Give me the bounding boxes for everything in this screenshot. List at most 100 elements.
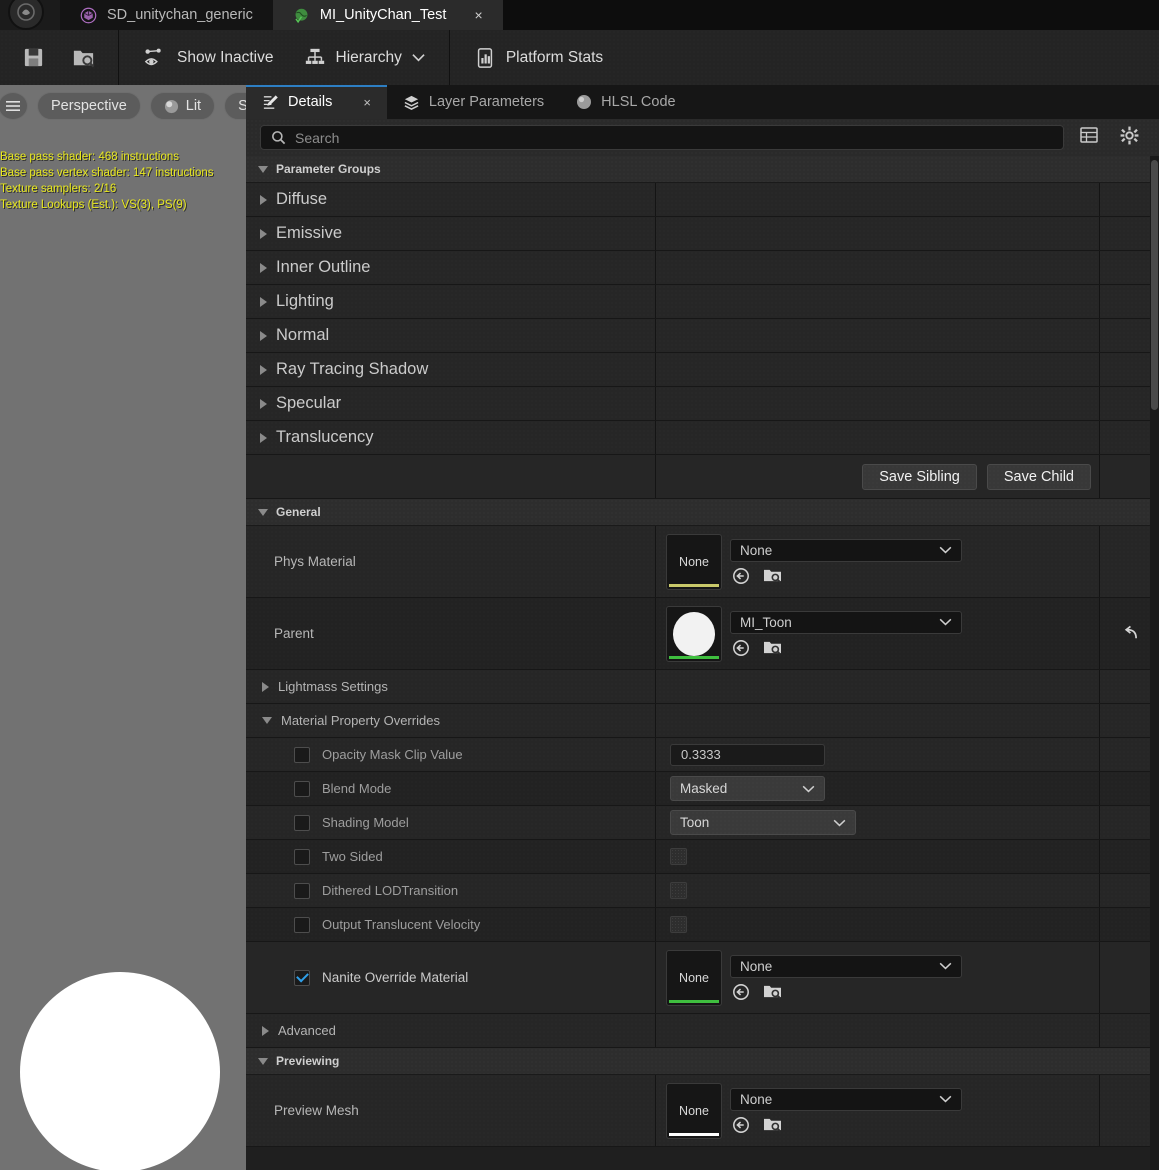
preview-viewport[interactable]: Perspective Lit S Base pass shader: 468 …: [0, 85, 246, 1170]
chevron-right-icon[interactable]: [262, 1025, 269, 1036]
param-group-row-translucency[interactable]: Translucency: [246, 421, 1159, 455]
layers-icon: [403, 94, 420, 111]
phys-material-combo[interactable]: None: [730, 538, 962, 562]
output-translucent-velocity-checkbox[interactable]: [670, 916, 687, 933]
browse-content-icon[interactable]: [763, 567, 782, 584]
parent-label-cell: Parent: [246, 598, 656, 669]
settings-gear-icon[interactable]: [1114, 124, 1145, 152]
save-child-button[interactable]: Save Child: [986, 463, 1091, 490]
chevron-right-icon[interactable]: [260, 194, 267, 205]
opacity-mask-input[interactable]: 0.3333: [670, 743, 825, 766]
chevron-right-icon[interactable]: [260, 330, 267, 341]
material-sphere-preview: [673, 611, 715, 656]
nanite-combo[interactable]: None: [730, 954, 962, 978]
dithered-lod-checkbox[interactable]: [670, 882, 687, 899]
blend-mode-override-checkbox[interactable]: [294, 780, 310, 797]
parent-combo[interactable]: MI_Toon: [730, 610, 962, 634]
browse-content-icon[interactable]: [763, 639, 782, 656]
chevron-right-icon[interactable]: [260, 262, 267, 273]
chevron-right-icon[interactable]: [262, 681, 269, 692]
save-sibling-button[interactable]: Save Sibling: [862, 463, 977, 490]
preview-mesh-sphere[interactable]: [20, 972, 220, 1170]
preview-mesh-thumbnail[interactable]: None: [666, 1082, 722, 1139]
platform-stats-button[interactable]: Platform Stats: [468, 43, 609, 73]
parent-thumbnail[interactable]: [666, 605, 722, 662]
row-shading-model[interactable]: Shading Model Toon: [246, 806, 1159, 840]
param-group-row-diffuse[interactable]: Diffuse: [246, 183, 1159, 217]
param-group-row-emissive[interactable]: Emissive: [246, 217, 1159, 251]
shading-model-select[interactable]: Toon: [670, 810, 856, 835]
tab-details-close-icon[interactable]: ×: [363, 95, 371, 110]
chevron-right-icon[interactable]: [260, 398, 267, 409]
use-selected-asset-icon[interactable]: [732, 639, 750, 657]
row-phys-material[interactable]: Phys Material None None: [246, 526, 1159, 598]
dithered-lod-override-checkbox[interactable]: [294, 882, 310, 899]
search-input[interactable]: Search: [260, 125, 1064, 150]
phys-material-label-cell: Phys Material: [246, 526, 656, 597]
row-preview-mesh[interactable]: Preview Mesh None None: [246, 1075, 1159, 1147]
category-general[interactable]: General: [246, 499, 1159, 526]
window-tab-sd-unitychan-generic[interactable]: SD_unitychan_generic: [60, 0, 273, 30]
window-tab-mi-unitychan-test[interactable]: MI_UnityChan_Test ×: [272, 0, 503, 30]
platform-stats-icon: [474, 47, 496, 69]
row-lightmass-settings[interactable]: Lightmass Settings: [246, 670, 1159, 704]
row-dithered-lod-transition[interactable]: Dithered LODTransition: [246, 874, 1159, 908]
tab-hlsl-code[interactable]: HLSL Code: [560, 85, 692, 119]
preview-mesh-combo[interactable]: None: [730, 1087, 962, 1111]
show-inactive-button[interactable]: Show Inactive: [137, 43, 280, 73]
blend-mode-select[interactable]: Masked: [670, 776, 825, 801]
chevron-right-icon[interactable]: [260, 364, 267, 375]
row-nanite-override-material[interactable]: Nanite Override Material None None: [246, 942, 1159, 1014]
row-two-sided[interactable]: Two Sided: [246, 840, 1159, 874]
reset-arrow-icon[interactable]: [1120, 625, 1139, 642]
viewport-menu-button[interactable]: [0, 92, 28, 120]
save-button[interactable]: [18, 42, 49, 73]
scrollbar-thumb[interactable]: [1151, 160, 1158, 410]
use-selected-asset-icon[interactable]: [732, 983, 750, 1001]
category-parameter-groups[interactable]: Parameter Groups: [246, 156, 1159, 183]
two-sided-checkbox[interactable]: [670, 848, 687, 865]
nanite-override-checkbox[interactable]: [294, 969, 310, 986]
chevron-right-icon[interactable]: [260, 432, 267, 443]
chevron-down-icon[interactable]: [262, 717, 272, 724]
nanite-thumbnail[interactable]: None: [666, 949, 722, 1006]
tab-layer-parameters[interactable]: Layer Parameters: [386, 85, 561, 119]
param-group-row-normal[interactable]: Normal: [246, 319, 1159, 353]
row-material-property-overrides[interactable]: Material Property Overrides: [246, 704, 1159, 738]
phys-material-thumbnail[interactable]: None: [666, 533, 722, 590]
tab-details[interactable]: Details ×: [246, 85, 387, 119]
row-advanced[interactable]: Advanced: [246, 1014, 1159, 1048]
row-blend-mode[interactable]: Blend Mode Masked: [246, 772, 1159, 806]
shading-model-override-checkbox[interactable]: [294, 814, 310, 831]
category-previewing[interactable]: Previewing: [246, 1048, 1159, 1075]
param-group-row-lighting[interactable]: Lighting: [246, 285, 1159, 319]
param-group-row-inner-outline[interactable]: Inner Outline: [246, 251, 1159, 285]
browse-button[interactable]: [67, 41, 100, 74]
phys-material-picker-controls: None: [730, 538, 962, 585]
preview-mesh-actions: [730, 1116, 962, 1134]
chevron-right-icon[interactable]: [260, 296, 267, 307]
row-output-translucent-velocity[interactable]: Output Translucent Velocity: [246, 908, 1159, 942]
window-tab-close-icon[interactable]: ×: [474, 8, 482, 22]
output-translucent-velocity-override-checkbox[interactable]: [294, 916, 310, 933]
hierarchy-button[interactable]: Hierarchy: [298, 43, 431, 73]
param-group-row-ray-tracing-shadow[interactable]: Ray Tracing Shadow: [246, 353, 1159, 387]
use-selected-asset-icon[interactable]: [732, 567, 750, 585]
opacity-mask-override-checkbox[interactable]: [294, 746, 310, 763]
row-parent[interactable]: Parent MI_Toon: [246, 598, 1159, 670]
use-selected-asset-icon[interactable]: [732, 1116, 750, 1134]
viewport-show-button[interactable]: S: [224, 92, 246, 120]
two-sided-override-checkbox[interactable]: [294, 848, 310, 865]
chevron-right-icon[interactable]: [260, 228, 267, 239]
shading-model-value-cell: Toon: [656, 806, 1100, 839]
browse-content-icon[interactable]: [763, 1116, 782, 1133]
param-group-row-specular[interactable]: Specular: [246, 387, 1159, 421]
row-opacity-mask-clip-value[interactable]: Opacity Mask Clip Value 0.3333: [246, 738, 1159, 772]
details-vertical-scrollbar[interactable]: [1150, 156, 1159, 1170]
viewport-view-mode-button[interactable]: Lit: [149, 92, 216, 120]
viewport-camera-mode-button[interactable]: Perspective: [37, 92, 141, 120]
table-view-icon[interactable]: [1074, 124, 1104, 151]
viewport-camera-mode-label: Perspective: [51, 98, 127, 114]
browse-content-icon[interactable]: [763, 983, 782, 1000]
opacity-mask-value-cell: 0.3333: [656, 738, 1100, 771]
